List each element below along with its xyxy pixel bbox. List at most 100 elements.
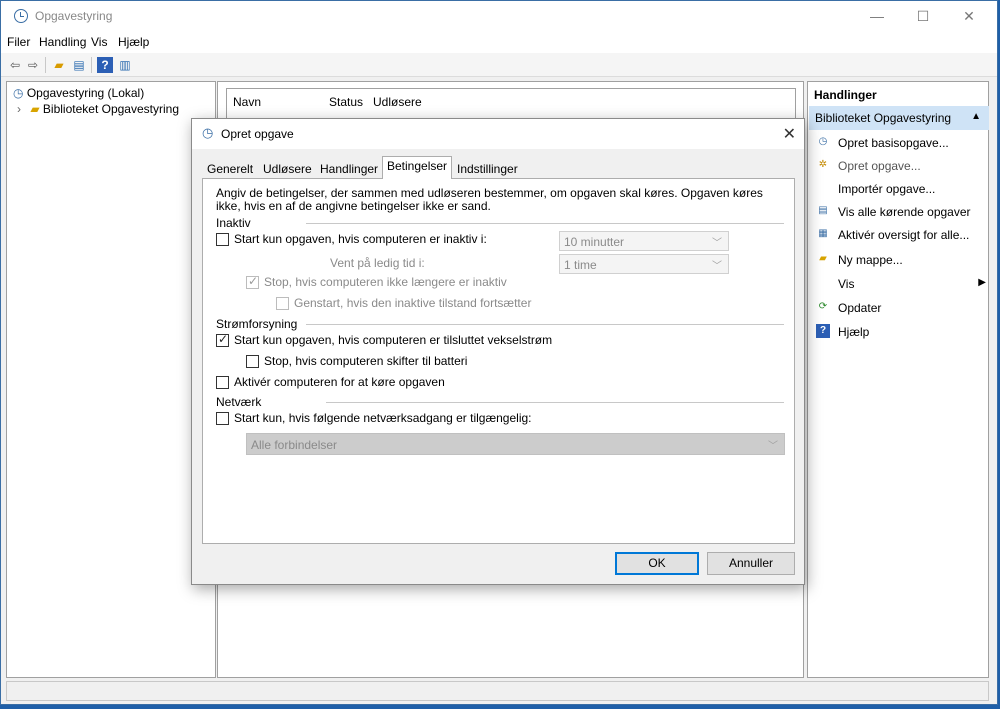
actions-section-header[interactable]: Biblioteket Opgavestyring ▲ bbox=[809, 106, 989, 130]
restart-if-idle-checkbox[interactable] bbox=[276, 297, 289, 310]
menu-handling[interactable]: Handling bbox=[39, 35, 86, 49]
stop-if-not-idle-label: Stop, hvis computeren ikke længere er in… bbox=[264, 275, 507, 289]
title-bar: Opgavestyring — ☐ ✕ bbox=[1, 1, 997, 31]
actions-pane: Handlinger Biblioteket Opgavestyring ▲ ◷… bbox=[807, 81, 989, 678]
refresh-icon: ⟳ bbox=[818, 301, 828, 312]
action-create-task[interactable]: ✲ Opret opgave... bbox=[816, 155, 986, 177]
stop-if-not-idle-checkbox[interactable] bbox=[246, 274, 259, 289]
help-icon[interactable]: ? bbox=[97, 57, 113, 73]
conditions-panel: Angiv de betingelser, der sammen med udl… bbox=[202, 178, 795, 544]
tree-root-label: Opgavestyring (Lokal) bbox=[26, 86, 145, 100]
column-triggers[interactable]: Udløsere bbox=[373, 95, 422, 109]
new-task-icon: ✲ bbox=[818, 159, 828, 170]
action-new-folder[interactable]: ▰ Ny mappe... bbox=[816, 249, 986, 271]
chevron-down-icon: ﹀ bbox=[712, 261, 722, 272]
ok-button[interactable]: OK bbox=[615, 552, 699, 575]
minimize-button[interactable]: — bbox=[854, 1, 900, 31]
action-label: Opret basisopgave... bbox=[838, 136, 949, 150]
forward-icon[interactable]: ⇨ bbox=[25, 57, 41, 73]
wake-computer-checkbox[interactable] bbox=[216, 376, 229, 389]
power-group-label: Strømforsyning bbox=[216, 317, 298, 331]
start-if-idle-checkbox[interactable] bbox=[216, 233, 229, 246]
window-title: Opgavestyring bbox=[35, 9, 113, 23]
help-icon: ? bbox=[816, 324, 830, 338]
action-label: Opret opgave... bbox=[838, 159, 921, 173]
console-tree: ◷ Opgavestyring (Lokal) › ▰ Biblioteket … bbox=[6, 81, 216, 678]
action-label: Aktivér oversigt for alle... bbox=[838, 228, 970, 242]
folder-icon: ▰ bbox=[30, 102, 40, 116]
network-group-label: Netværk bbox=[216, 395, 262, 409]
actions-title: Handlinger bbox=[814, 88, 877, 102]
network-connection-value: Alle forbindelser bbox=[251, 438, 338, 452]
conditions-description: Angiv de betingelser, der sammen med udl… bbox=[216, 186, 763, 213]
power-group-divider bbox=[306, 324, 784, 325]
wait-duration-select[interactable]: 1 time ﹀ bbox=[559, 254, 729, 274]
tab-generelt[interactable]: Generelt bbox=[202, 159, 258, 179]
chevron-right-icon[interactable]: › bbox=[17, 102, 21, 116]
action-create-basic-task[interactable]: ◷ Opret basisopgave... bbox=[816, 132, 986, 154]
back-icon[interactable]: ⇦ bbox=[7, 57, 23, 73]
chevron-down-icon: ﹀ bbox=[712, 238, 722, 249]
tab-udloesere[interactable]: Udløsere bbox=[258, 159, 317, 179]
menu-hjaelp[interactable]: Hjælp bbox=[118, 35, 149, 49]
action-show-running[interactable]: ▤ Vis alle kørende opgaver bbox=[816, 201, 986, 223]
status-bar bbox=[6, 681, 989, 701]
column-name[interactable]: Navn bbox=[233, 95, 261, 109]
toolbar: ⇦ ⇨ ▰ ▤ ? ▥ bbox=[1, 53, 997, 77]
create-task-dialog: ◷ Opret opgave ✕ Generelt Udløsere Handl… bbox=[191, 118, 805, 585]
tree-item-library[interactable]: › ▰ Biblioteket Opgavestyring bbox=[17, 102, 179, 116]
idle-duration-select[interactable]: 10 minutter ﹀ bbox=[559, 231, 729, 251]
dialog-close-button[interactable]: ✕ bbox=[783, 124, 796, 144]
action-import-task[interactable]: Importér opgave... bbox=[816, 178, 986, 200]
action-view[interactable]: Vis ▶ bbox=[816, 273, 986, 295]
clock-icon bbox=[14, 9, 28, 23]
idle-duration-value: 10 minutter bbox=[564, 235, 625, 249]
submenu-arrow-icon: ▶ bbox=[978, 277, 986, 288]
action-refresh[interactable]: ⟳ Opdater bbox=[816, 297, 986, 319]
history-icon: ▦ bbox=[818, 228, 828, 239]
action-label: Vis bbox=[838, 277, 855, 291]
action-label: Importér opgave... bbox=[838, 182, 936, 196]
tab-betingelser[interactable]: Betingelser bbox=[382, 156, 453, 179]
wake-computer-label: Aktivér computeren for at køre opgaven bbox=[234, 375, 445, 389]
collapse-icon[interactable]: ▲ bbox=[971, 111, 981, 122]
action-label: Ny mappe... bbox=[838, 253, 903, 267]
action-label: Vis alle kørende opgaver bbox=[838, 205, 971, 219]
console-tree-icon[interactable]: ▤ bbox=[71, 57, 87, 73]
idle-group-label: Inaktiv bbox=[216, 216, 251, 230]
dialog-title: Opret opgave bbox=[221, 127, 294, 141]
restart-if-idle-label: Genstart, hvis den inaktive tilstand for… bbox=[294, 296, 532, 310]
action-label: Hjælp bbox=[838, 325, 870, 339]
menu-bar: Filer Handling Vis Hjælp bbox=[1, 31, 997, 53]
menu-filer[interactable]: Filer bbox=[7, 35, 30, 49]
cancel-button[interactable]: Annuller bbox=[707, 552, 795, 575]
close-button[interactable]: ✕ bbox=[946, 1, 992, 31]
action-help[interactable]: ? Hjælp bbox=[816, 321, 986, 343]
ac-power-only-label: Start kun opgaven, hvis computeren er ti… bbox=[234, 333, 553, 347]
folder-up-icon[interactable]: ▰ bbox=[51, 57, 67, 73]
tab-indstillinger[interactable]: Indstillinger bbox=[452, 159, 523, 179]
network-condition-label: Start kun, hvis følgende netværksadgang … bbox=[234, 411, 532, 425]
folder-icon: ▰ bbox=[819, 253, 827, 264]
action-enable-history[interactable]: ▦ Aktivér oversigt for alle... bbox=[816, 224, 986, 246]
wait-for-idle-label: Vent på ledig tid i: bbox=[330, 256, 425, 270]
wait-duration-value: 1 time bbox=[564, 258, 597, 272]
clock-icon: ◷ bbox=[202, 125, 214, 140]
idle-group-divider bbox=[306, 223, 784, 224]
network-group-divider bbox=[326, 402, 784, 403]
network-connection-select[interactable]: Alle forbindelser ﹀ bbox=[246, 433, 785, 455]
stop-on-battery-checkbox[interactable] bbox=[246, 355, 259, 368]
start-if-idle-label: Start kun opgaven, hvis computeren er in… bbox=[234, 232, 487, 246]
clock-icon: ◷ bbox=[818, 136, 828, 147]
maximize-button[interactable]: ☐ bbox=[900, 1, 946, 31]
network-condition-checkbox[interactable] bbox=[216, 412, 229, 425]
column-status[interactable]: Status bbox=[329, 95, 363, 109]
tree-root[interactable]: ◷ Opgavestyring (Lokal) bbox=[13, 86, 144, 100]
actions-section-label: Biblioteket Opgavestyring bbox=[815, 111, 952, 125]
action-pane-icon[interactable]: ▥ bbox=[117, 57, 133, 73]
tab-handlinger[interactable]: Handlinger bbox=[315, 159, 383, 179]
clock-icon: ◷ bbox=[13, 86, 24, 100]
tree-item-library-label: Biblioteket Opgavestyring bbox=[42, 102, 179, 116]
ac-power-only-checkbox[interactable] bbox=[216, 332, 229, 347]
menu-vis[interactable]: Vis bbox=[91, 35, 107, 49]
